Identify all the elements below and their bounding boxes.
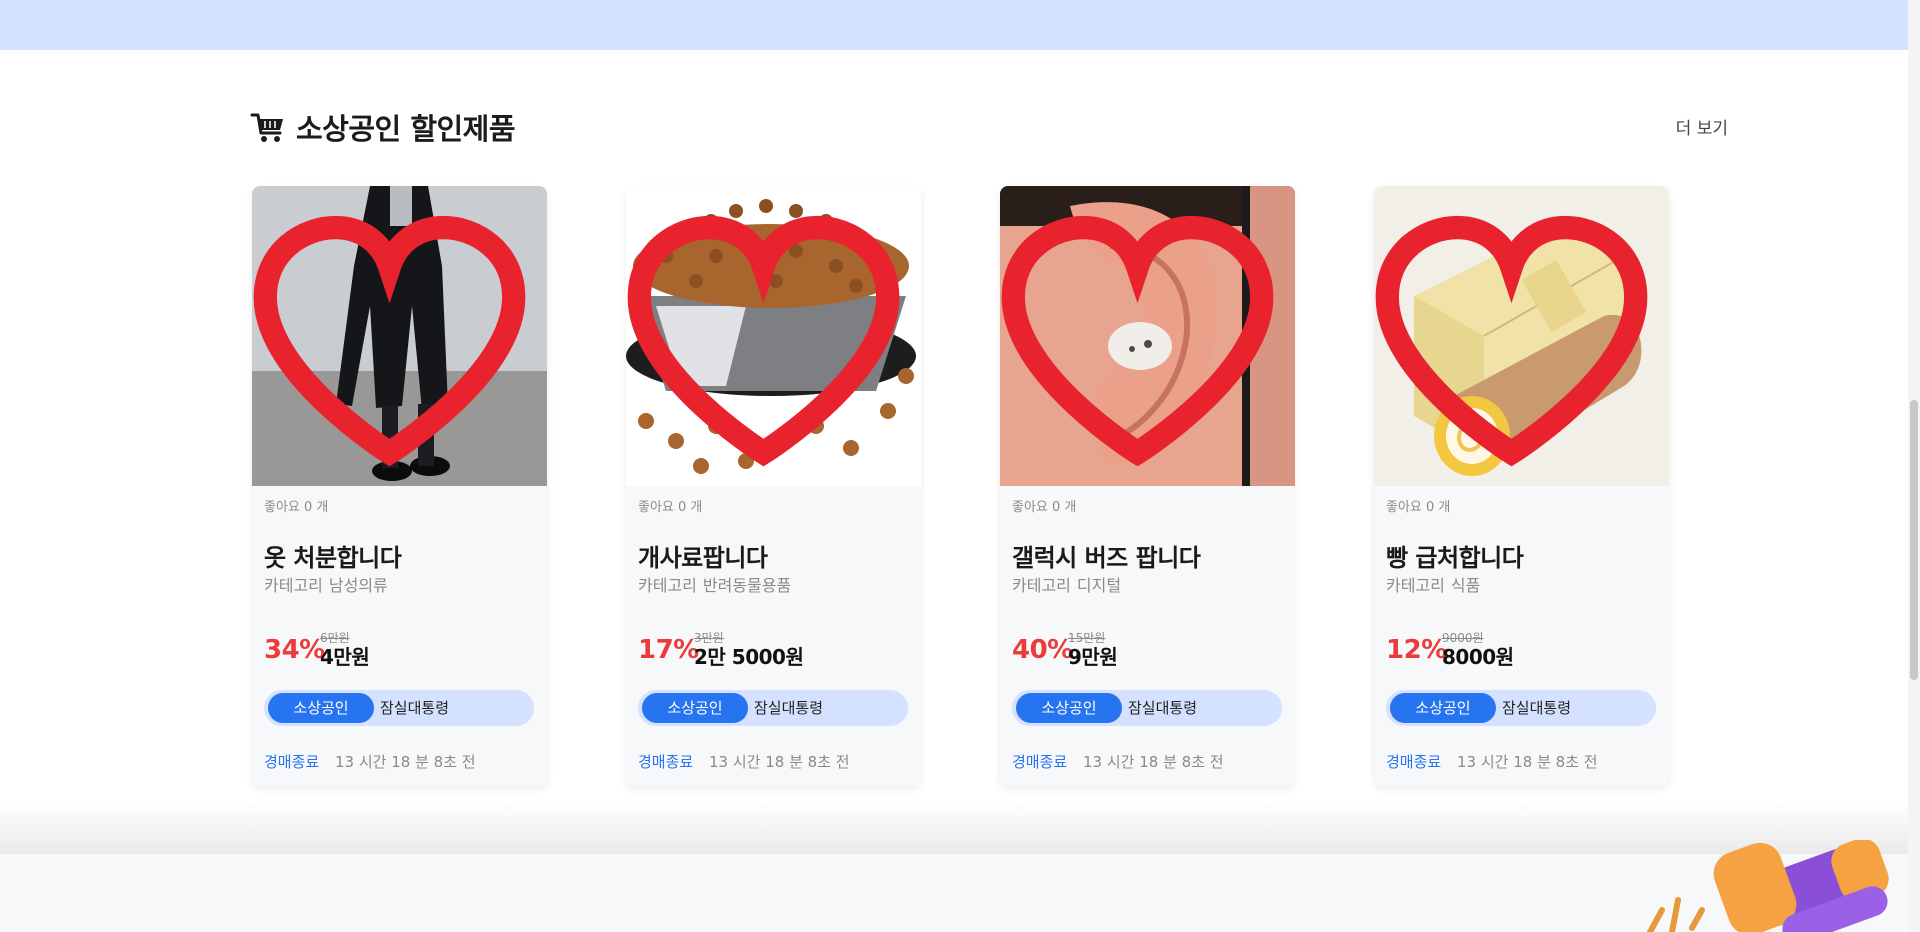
product-category: 카테고리 식품: [1386, 572, 1486, 596]
discount-rate: 17%: [638, 635, 699, 665]
product-card[interactable]: 좋아요 0 개 옷 처분합니다 카테고리 남성의류 34% 6만원 4만원 소상공…: [252, 186, 547, 786]
seller-pill: 소상공인 잠실대통령: [638, 690, 908, 726]
top-banner-strip: [0, 0, 1908, 50]
discount-rate: 40%: [1012, 635, 1073, 665]
seller-pill: 소상공인 잠실대통령: [1012, 690, 1282, 726]
category-label: 카테고리: [638, 576, 697, 595]
seller-pill: 소상공인 잠실대통령: [264, 690, 534, 726]
auction-gavel-icon: [1647, 840, 1889, 932]
product-card[interactable]: 좋아요 0 개 빵 급처합니다 카테고리 식품 12% 9000원 8000원 소…: [1374, 186, 1669, 786]
category-label: 카테고리: [1012, 576, 1071, 595]
heart-icon[interactable]: [1374, 194, 1659, 486]
next-section-band: [0, 854, 1908, 932]
product-category: 카테고리 반려동물용품: [638, 572, 797, 596]
product-card[interactable]: 좋아요 0 개 갤럭시 버즈 팝니다 카테고리 디지털 40% 15만원 9만원 …: [1000, 186, 1295, 786]
category-value: 식품: [1450, 576, 1481, 595]
product-image[interactable]: [1000, 186, 1295, 486]
product-title[interactable]: 옷 처분합니다: [264, 538, 402, 573]
auction-status: 경매종료: [264, 753, 320, 771]
section-title: 소상공인 할인제품: [296, 112, 516, 146]
product-title[interactable]: 빵 급처합니다: [1386, 538, 1524, 573]
likes-count: 좋아요 0 개: [1386, 500, 1451, 515]
product-category: 카테고리 남성의류: [264, 572, 394, 596]
time-ago: 13 시간 18 분 8초 전: [709, 753, 850, 771]
discount-rate: 34%: [264, 635, 325, 665]
scrollbar-thumb[interactable]: [1910, 400, 1918, 680]
seller-type-badge: 소상공인: [642, 693, 748, 723]
seller-location: 잠실대통령: [754, 699, 824, 717]
heart-icon[interactable]: [1000, 194, 1285, 486]
seller-pill: 소상공인 잠실대통령: [1386, 690, 1656, 726]
likes-count: 좋아요 0 개: [264, 500, 329, 515]
shopping-cart-icon: [250, 113, 283, 142]
product-list: 좋아요 0 개 옷 처분합니다 카테고리 남성의류 34% 6만원 4만원 소상공…: [252, 186, 1672, 786]
more-link[interactable]: 더 보기: [1676, 114, 1728, 139]
seller-type-badge: 소상공인: [268, 693, 374, 723]
category-value: 디지털: [1076, 576, 1122, 595]
product-image[interactable]: [1374, 186, 1669, 486]
product-title[interactable]: 갤럭시 버즈 팝니다: [1012, 538, 1201, 573]
category-label: 카테고리: [1386, 576, 1445, 595]
section-title-wrap: 소상공인 할인제품: [250, 106, 516, 148]
sale-price: 4만원: [320, 645, 370, 669]
seller-type-badge: 소상공인: [1390, 693, 1496, 723]
seller-location: 잠실대통령: [1502, 699, 1572, 717]
sale-price: 2만 5000원: [694, 645, 804, 669]
likes-count: 좋아요 0 개: [638, 500, 703, 515]
category-label: 카테고리: [264, 576, 323, 595]
heart-icon[interactable]: [626, 194, 911, 486]
section-header: 소상공인 할인제품 더 보기: [250, 106, 1728, 146]
sale-price: 8000원: [1442, 645, 1514, 669]
category-value: 남성의류: [328, 576, 388, 595]
time-ago: 13 시간 18 분 8초 전: [335, 753, 476, 771]
category-value: 반려동물용품: [702, 576, 792, 595]
auction-status: 경매종료: [1012, 753, 1068, 771]
time-ago: 13 시간 18 분 8초 전: [1083, 753, 1224, 771]
seller-type-badge: 소상공인: [1016, 693, 1122, 723]
product-card[interactable]: 좋아요 0 개 개사료팝니다 카테고리 반려동물용품 17% 3만원 2만 500…: [626, 186, 921, 786]
vertical-scrollbar[interactable]: [1908, 0, 1920, 932]
discount-rate: 12%: [1386, 635, 1447, 665]
likes-count: 좋아요 0 개: [1012, 500, 1077, 515]
seller-location: 잠실대통령: [1128, 699, 1198, 717]
product-title[interactable]: 개사료팝니다: [638, 538, 768, 573]
auction-status: 경매종료: [1386, 753, 1442, 771]
heart-icon[interactable]: [252, 194, 537, 486]
sale-price: 9만원: [1068, 645, 1118, 669]
product-category: 카테고리 디지털: [1012, 572, 1127, 596]
section-divider-shadow: [0, 800, 1908, 854]
product-image[interactable]: [626, 186, 921, 486]
time-ago: 13 시간 18 분 8초 전: [1457, 753, 1598, 771]
auction-status: 경매종료: [638, 753, 694, 771]
seller-location: 잠실대통령: [380, 699, 450, 717]
product-image[interactable]: [252, 186, 547, 486]
